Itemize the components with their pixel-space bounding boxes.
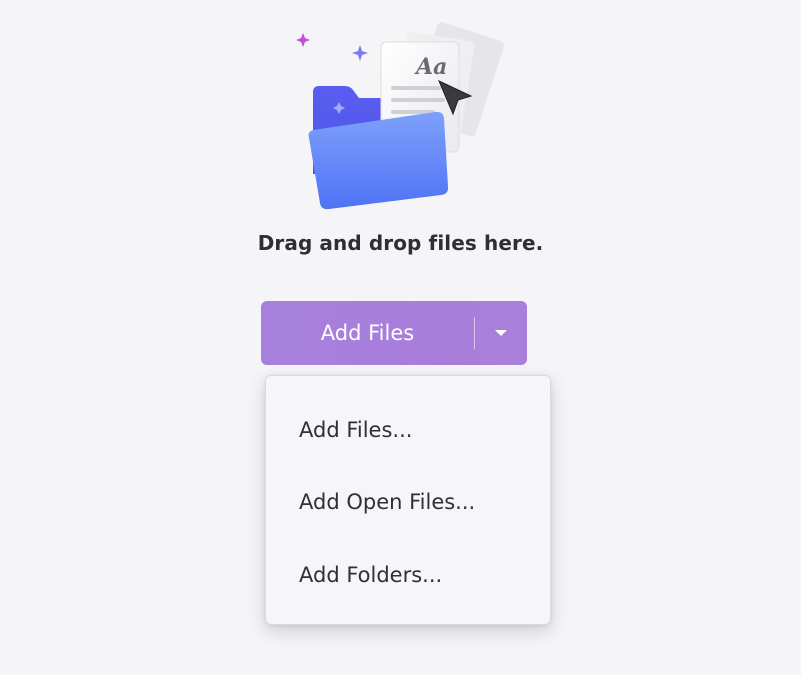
add-files-split-button[interactable]: Add Files [261,301,527,365]
caret-down-icon [495,330,507,336]
drop-instruction: Drag and drop files here. [257,231,544,255]
menu-item-add-files[interactable]: Add Files... [266,400,550,460]
add-files-dropdown-toggle[interactable] [475,301,527,365]
menu-item-add-open-files[interactable]: Add Open Files... [266,472,550,532]
folder-documents-illustration: Aa [285,14,515,214]
folder-documents-icon: Aa [296,22,504,210]
svg-text:Aa: Aa [414,54,447,80]
menu-item-add-folders[interactable]: Add Folders... [266,545,550,605]
add-files-button[interactable]: Add Files [261,301,474,365]
add-files-dropdown-menu: Add Files... Add Open Files... Add Folde… [265,375,551,625]
